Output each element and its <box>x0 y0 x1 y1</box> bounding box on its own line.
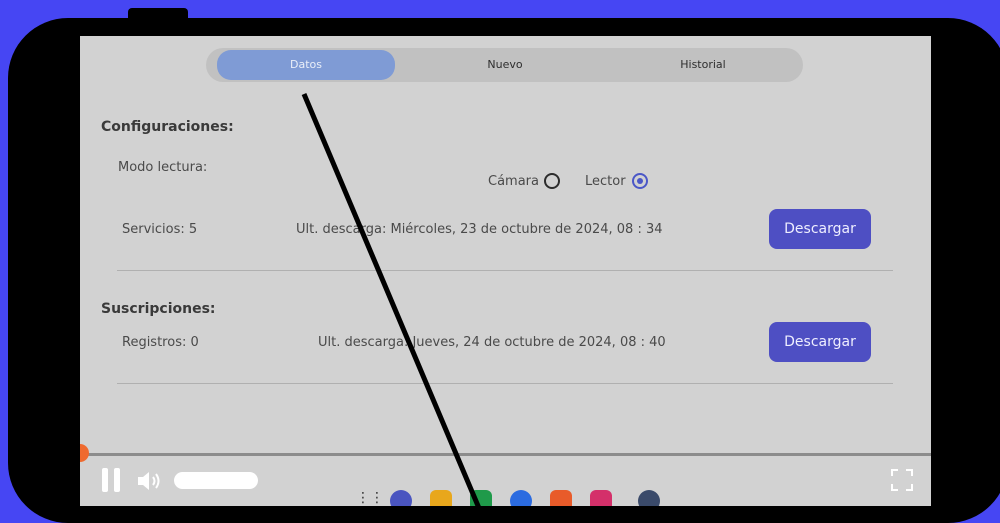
servicios-count: Servicios: 5 <box>122 222 198 237</box>
app-screen: Datos Nuevo Historial Configuraciones: M… <box>80 36 931 506</box>
chat-icon[interactable] <box>390 490 412 506</box>
phone-icon[interactable] <box>470 490 492 506</box>
pause-icon[interactable] <box>102 468 122 492</box>
tab-historial[interactable]: Historial <box>614 50 792 80</box>
suscripciones-last-download: Ult. descarga: Jueves, 24 de octubre de … <box>318 335 666 350</box>
phone-camera-bump <box>128 8 188 24</box>
apps-grid-icon[interactable]: ⋮⋮ <box>356 490 384 506</box>
suscripciones-title: Suscripciones: <box>101 301 216 317</box>
servicios-last-download: Ult. descarga: Miércoles, 23 de octubre … <box>296 222 663 237</box>
descargar-servicios-button[interactable]: Descargar <box>769 209 871 249</box>
registros-count: Registros: 0 <box>122 335 199 350</box>
camara-option-label: Cámara <box>488 174 539 189</box>
files-icon[interactable] <box>430 490 452 506</box>
section-divider <box>117 270 893 271</box>
video-progress-track[interactable] <box>80 453 931 456</box>
modo-lectura-label: Modo lectura: <box>118 160 208 175</box>
contacts-icon[interactable] <box>550 490 572 506</box>
section-divider <box>117 383 893 384</box>
gallery-icon[interactable] <box>590 490 612 506</box>
lector-radio[interactable] <box>632 173 648 189</box>
volume-slider[interactable] <box>174 472 258 489</box>
lector-option-label: Lector <box>585 174 626 189</box>
camara-radio[interactable] <box>544 173 560 189</box>
browser-icon[interactable] <box>510 490 532 506</box>
fullscreen-icon[interactable] <box>890 468 914 492</box>
descargar-suscripciones-button[interactable]: Descargar <box>769 322 871 362</box>
tab-datos[interactable]: Datos <box>217 50 395 80</box>
settings-icon[interactable] <box>638 490 660 506</box>
android-navbar: ⋮⋮ <box>340 490 900 506</box>
configuraciones-title: Configuraciones: <box>101 119 234 135</box>
volume-icon[interactable] <box>136 470 164 492</box>
tab-nuevo[interactable]: Nuevo <box>416 50 594 80</box>
tab-bar: Datos Nuevo Historial <box>206 48 803 82</box>
